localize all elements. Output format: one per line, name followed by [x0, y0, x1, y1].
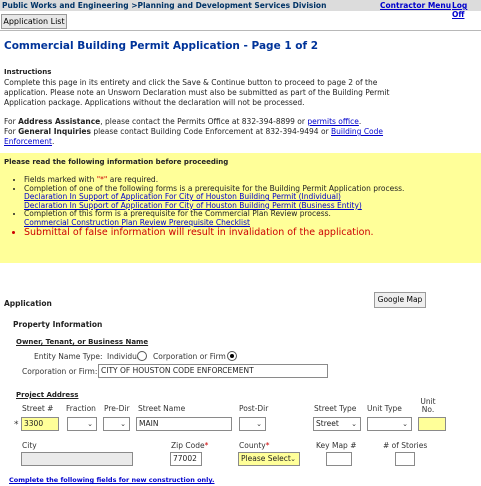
stories-label: # of Stories: [383, 441, 428, 450]
google-map-button[interactable]: Google Map: [374, 292, 426, 308]
street-type-select[interactable]: Street ⌄: [313, 417, 361, 431]
notice-heading: Please read the following information be…: [4, 158, 229, 166]
chevron-down-icon: ⌄: [120, 420, 126, 428]
notice-list: Fields marked with "*" are required. Com…: [14, 175, 474, 239]
street-name-label: Street Name: [138, 404, 186, 413]
county-label-text: County: [239, 441, 266, 450]
application-heading: Application: [4, 299, 52, 308]
entity-corp-label: Corporation or Firm: [153, 352, 226, 361]
zip-label-text: Zip Code: [171, 441, 205, 450]
keymap-input[interactable]: [326, 452, 352, 466]
false-info-warning: Submittal of false information will resu…: [24, 227, 474, 239]
property-info-heading: Property Information: [13, 320, 103, 329]
instructions-body: Complete this page in its entirety and c…: [4, 78, 390, 107]
entity-corp-radio[interactable]: [227, 351, 237, 361]
city-input[interactable]: [21, 452, 133, 466]
permits-office-link[interactable]: permits office: [307, 117, 359, 126]
text: For: [4, 117, 19, 126]
list-item: Commercial Construction Plan Review Prer…: [24, 218, 474, 228]
corp-firm-label: Corporation or Firm:: [22, 367, 98, 376]
notice-box: Please read the following information be…: [0, 153, 481, 263]
divider: [0, 30, 481, 31]
street-type-label: Street Type: [314, 404, 357, 413]
corp-firm-input[interactable]: CITY OF HOUSTON CODE ENFORCEMENT: [98, 364, 328, 378]
prerequisite-checklist-link[interactable]: Commercial Construction Plan Review Prer…: [24, 218, 250, 227]
top-bar: Public Works and Engineering >Planning a…: [0, 0, 481, 19]
text: .: [358, 117, 362, 126]
text: .: [52, 137, 55, 146]
street-name-input[interactable]: MAIN: [136, 417, 232, 431]
text: , please contact the Permits Office at 8…: [100, 117, 308, 126]
unit-number-input[interactable]: [418, 417, 446, 431]
address-assistance-label: Address Assistance: [18, 117, 101, 126]
project-address-heading: Project Address: [16, 391, 79, 399]
fraction-select[interactable]: ⌄: [67, 417, 97, 431]
street-number-input[interactable]: 3300: [21, 417, 59, 431]
city-label: City: [22, 441, 37, 450]
general-inquiries-line: For General Inquiries please contact Bui…: [4, 127, 404, 147]
required-star: *: [204, 441, 209, 450]
chevron-down-icon: ⌄: [351, 420, 357, 428]
unit-no-label: Unit No.: [420, 397, 436, 414]
new-construction-link[interactable]: Complete the following fields for new co…: [9, 476, 215, 484]
contractor-menu-link[interactable]: Contractor Menu: [380, 1, 451, 10]
unit-type-select[interactable]: ⌄: [367, 417, 412, 431]
address-assistance-line: For Address Assistance, please contact t…: [4, 117, 404, 127]
assistance-info: For Address Assistance, please contact t…: [4, 117, 404, 147]
county-value: Please Select: [241, 454, 291, 463]
text: are required.: [107, 175, 159, 184]
breadcrumb: Public Works and Engineering >Planning a…: [2, 1, 327, 10]
chevron-down-icon: ⌄: [290, 455, 296, 463]
county-select[interactable]: Please Select ⌄: [238, 452, 300, 466]
general-inquiries-label: General Inquiries: [18, 127, 91, 136]
postdir-select[interactable]: ⌄: [239, 417, 266, 431]
page-title: Commercial Building Permit Application -…: [4, 40, 319, 52]
required-marker: "*": [96, 175, 108, 184]
required-star: *: [265, 441, 270, 450]
unit-type-label: Unit Type: [367, 404, 402, 413]
text: For: [4, 127, 19, 136]
text: Fields marked with: [24, 175, 97, 184]
predir-select[interactable]: ⌄: [103, 417, 130, 431]
zip-label: Zip Code*: [171, 441, 208, 450]
postdir-label: Post-Dir: [239, 404, 269, 413]
text: please contact Building Code Enforcement…: [90, 127, 332, 136]
keymap-label: Key Map #: [316, 441, 357, 450]
chevron-down-icon: ⌄: [87, 420, 93, 428]
zip-input[interactable]: 77002: [170, 452, 202, 466]
entity-individual-radio[interactable]: [137, 351, 147, 361]
predir-label: Pre-Dir: [104, 404, 130, 413]
instructions-heading: Instructions: [4, 68, 52, 76]
entity-type-label: Entity Name Type:: [34, 352, 103, 361]
county-label: County*: [239, 441, 269, 450]
application-list-button[interactable]: Application List: [1, 14, 67, 29]
chevron-down-icon: ⌄: [256, 420, 262, 428]
required-star: *: [14, 420, 19, 430]
fraction-label: Fraction: [66, 404, 96, 413]
owner-heading: Owner, Tenant, or Business Name: [16, 338, 149, 346]
street-num-label: Street #: [22, 404, 54, 413]
chevron-down-icon: ⌄: [402, 420, 408, 428]
log-off-link[interactable]: Log Off: [452, 1, 481, 19]
street-type-value: Street: [316, 419, 339, 428]
stories-input[interactable]: [395, 452, 415, 466]
